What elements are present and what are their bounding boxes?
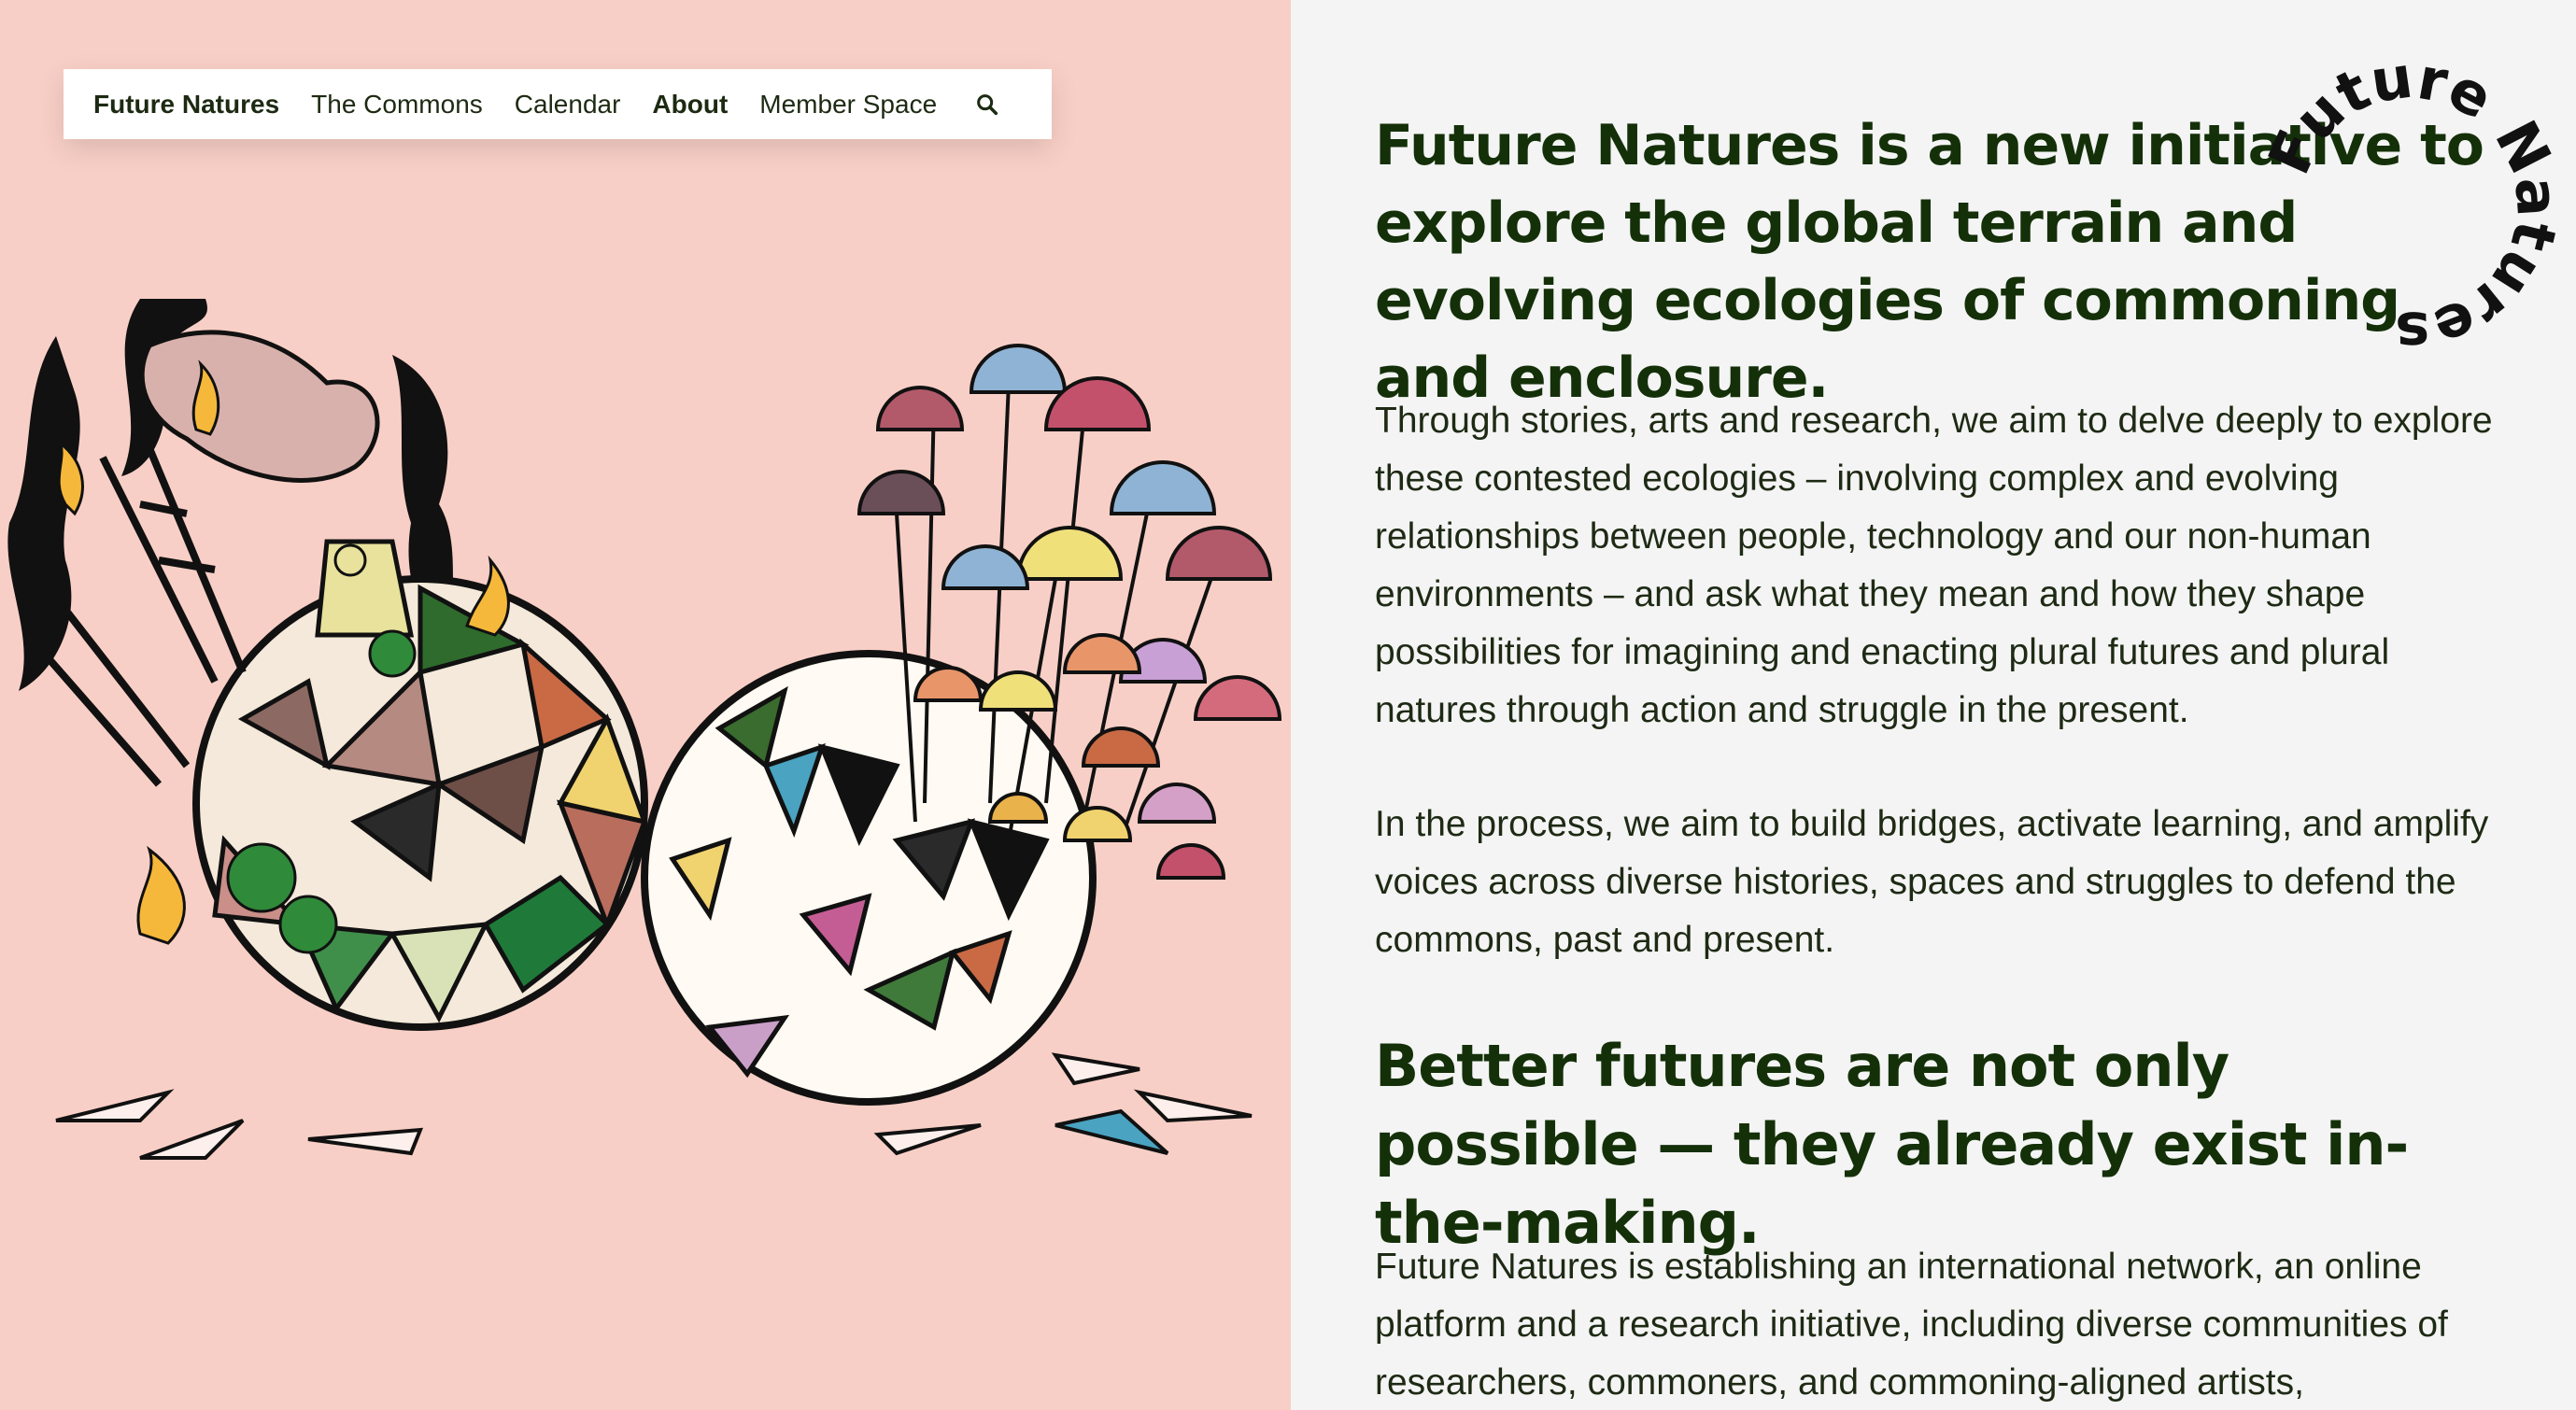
section-heading: Better futures are not only possible — t… — [1375, 1032, 2409, 1257]
badge-text: Future Natures — [2260, 56, 2559, 355]
nav-item-future-natures[interactable]: Future Natures — [93, 90, 279, 120]
nav-item-calendar[interactable]: Calendar — [515, 90, 621, 120]
nav-item-about[interactable]: About — [652, 90, 728, 120]
intro-paragraph-2: In the process, we aim to build bridges,… — [1375, 804, 2489, 960]
intro-paragraph-1: Through stories, arts and research, we a… — [1375, 401, 2493, 730]
main-nav: Future Natures The Commons Calendar Abou… — [64, 69, 1052, 139]
search-icon[interactable] — [974, 92, 1000, 118]
nav-item-member-space[interactable]: Member Space — [759, 90, 937, 120]
intro-paragraph-3: Future Natures is establishing an intern… — [1375, 1247, 2448, 1403]
hero-artwork-panel: Future Natures The Commons Calendar Abou… — [0, 0, 1291, 1410]
nav-item-the-commons[interactable]: The Commons — [311, 90, 483, 120]
future-natures-circular-badge: Future Natures — [2260, 56, 2559, 355]
ground-shards — [55, 1052, 1253, 1160]
globes-illustration — [7, 299, 1282, 1160]
right-globe — [641, 650, 1097, 1106]
